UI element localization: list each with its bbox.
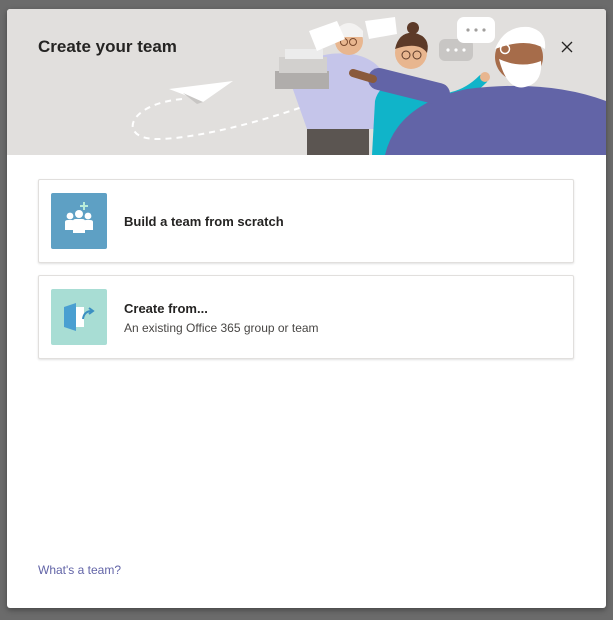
build-from-scratch-option[interactable]: Build a team from scratch	[38, 179, 574, 263]
close-button[interactable]	[557, 37, 577, 57]
team-add-icon	[51, 193, 107, 249]
create-team-dialog: Create your team Build a team from scrat…	[7, 9, 606, 608]
whats-a-team-link[interactable]: What's a team?	[38, 563, 121, 577]
dialog-header: Create your team	[7, 9, 606, 155]
option-title: Build a team from scratch	[124, 214, 284, 229]
dialog-title: Create your team	[38, 37, 177, 56]
team-illustration	[131, 17, 606, 155]
create-from-existing-option[interactable]: Create from... An existing Office 365 gr…	[38, 275, 574, 359]
option-title: Create from...	[124, 301, 208, 316]
group-import-icon	[51, 289, 107, 345]
close-icon	[561, 41, 573, 53]
option-subtitle: An existing Office 365 group or team	[124, 321, 319, 335]
